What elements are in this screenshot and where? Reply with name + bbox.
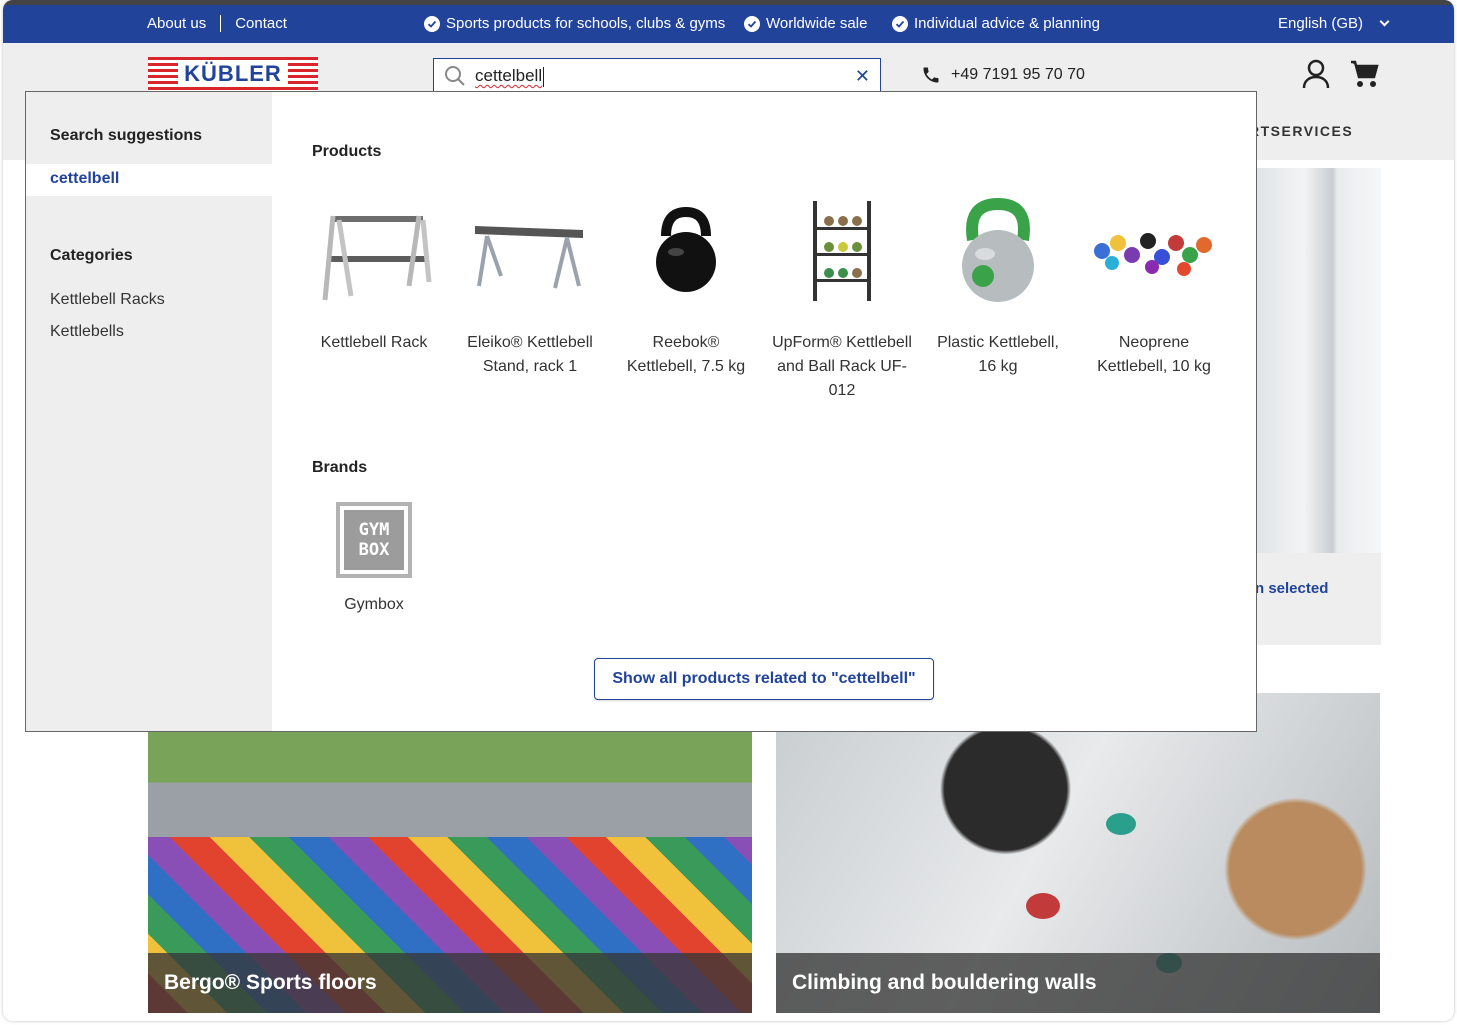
product-image-background — [1253, 168, 1381, 553]
phone-text: +49 7191 95 70 70 — [951, 66, 1085, 83]
usp-text: Sports products for schools, clubs & gym… — [446, 15, 726, 32]
tile-sports-floors[interactable]: Bergo® Sports floors — [148, 693, 752, 1013]
text-caret — [543, 66, 545, 87]
usp-text: Worldwide sale — [766, 15, 868, 32]
check-circle-icon — [744, 15, 760, 32]
show-all-products-button[interactable]: Show all products related to "cettelbell… — [594, 658, 934, 700]
categories-heading: Categories — [50, 247, 133, 264]
category-link-kettlebells[interactable]: Kettlebells — [50, 323, 124, 341]
product-name: Neoprene Kettlebell, 10 kg — [1097, 334, 1211, 375]
language-label: English (GB) — [1278, 15, 1364, 32]
gymbox-logo-text: GYM BOX — [344, 510, 404, 570]
product-image — [1089, 188, 1219, 313]
language-selector[interactable]: English (GB) — [1278, 15, 1390, 32]
usp-schools: Sports products for schools, clubs & gym… — [424, 15, 725, 32]
tile-caption: Climbing and bouldering walls — [776, 953, 1380, 1013]
search-icon — [445, 66, 465, 86]
account-icon[interactable] — [1301, 58, 1331, 90]
usp-text: Individual advice & planning — [914, 15, 1100, 32]
chevron-down-icon — [1379, 16, 1390, 27]
phone-number[interactable]: +49 7191 95 70 70 — [921, 65, 1085, 85]
product-name: Reebok® Kettlebell, 7.5 kg — [626, 334, 746, 375]
tile-caption: Bergo® Sports floors — [148, 953, 752, 1013]
check-circle-icon — [892, 15, 908, 32]
top-links: About us Contact — [147, 15, 287, 32]
top-bar: About us Contact Sports products for sch… — [3, 0, 1454, 43]
product-upform-rack[interactable]: UpForm® Kettlebell and Ball Rack UF-012 — [772, 188, 912, 403]
cart-icon[interactable] — [1349, 58, 1379, 90]
product-eleiko-stand[interactable]: Eleiko® Kettlebell Stand, rack 1 — [460, 188, 600, 379]
close-icon[interactable]: ✕ — [855, 66, 870, 87]
product-name: Kettlebell Rack — [320, 334, 428, 351]
selected-text: n selected — [1255, 580, 1329, 597]
divider — [220, 15, 222, 32]
logo-text: KÜBLER — [178, 62, 288, 86]
product-name: Eleiko® Kettlebell Stand, rack 1 — [467, 334, 593, 375]
climbing-hold — [1106, 813, 1136, 835]
product-kettlebell-rack[interactable]: Kettlebell Rack — [304, 188, 444, 355]
tile-climbing-walls[interactable]: Climbing and bouldering walls — [776, 693, 1380, 1013]
category-link-kettlebell-racks[interactable]: Kettlebell Racks — [50, 291, 165, 309]
brand-gymbox[interactable]: GYM BOX Gymbox — [312, 502, 436, 614]
nav-sportservices[interactable]: RTSERVICES — [1249, 123, 1353, 139]
usp-worldwide: Worldwide sale — [744, 15, 867, 32]
product-image — [777, 188, 907, 313]
suggestions-sidebar: Search suggestions cettelbell Categories… — [26, 92, 272, 731]
product-image — [465, 188, 595, 313]
product-reebok-kettlebell[interactable]: Reebok® Kettlebell, 7.5 kg — [616, 188, 756, 379]
product-name: Plastic Kettlebell, 16 kg — [937, 334, 1059, 375]
product-neoprene-kettlebell[interactable]: Neoprene Kettlebell, 10 kg — [1084, 188, 1224, 379]
kubler-logo[interactable]: KÜBLER — [148, 57, 318, 91]
contact-link[interactable]: Contact — [235, 15, 287, 32]
brand-name: Gymbox — [344, 596, 404, 613]
product-name: UpForm® Kettlebell and Ball Rack UF-012 — [772, 334, 912, 399]
products-heading: Products — [312, 143, 382, 160]
climbing-hold — [1026, 893, 1060, 919]
product-image — [309, 188, 439, 313]
about-link[interactable]: About us — [147, 15, 206, 32]
usp-advice: Individual advice & planning — [892, 15, 1100, 32]
search-suggestion[interactable]: cettelbell — [26, 164, 272, 196]
results-panel: Products Kettlebell Rack Eleiko® Kettleb… — [272, 92, 1258, 731]
suggestions-heading: Search suggestions — [50, 127, 203, 144]
brands-heading: Brands — [312, 459, 368, 476]
search-dropdown: Search suggestions cettelbell Categories… — [25, 91, 1257, 732]
gymbox-logo: GYM BOX — [336, 502, 412, 578]
search-value: cettelbell — [475, 66, 545, 87]
phone-icon — [923, 67, 939, 83]
product-image — [621, 188, 751, 313]
search-input[interactable]: cettelbell ✕ — [433, 58, 881, 94]
product-image — [933, 188, 1063, 313]
check-circle-icon — [424, 15, 440, 32]
product-plastic-kettlebell[interactable]: Plastic Kettlebell, 16 kg — [928, 188, 1068, 379]
